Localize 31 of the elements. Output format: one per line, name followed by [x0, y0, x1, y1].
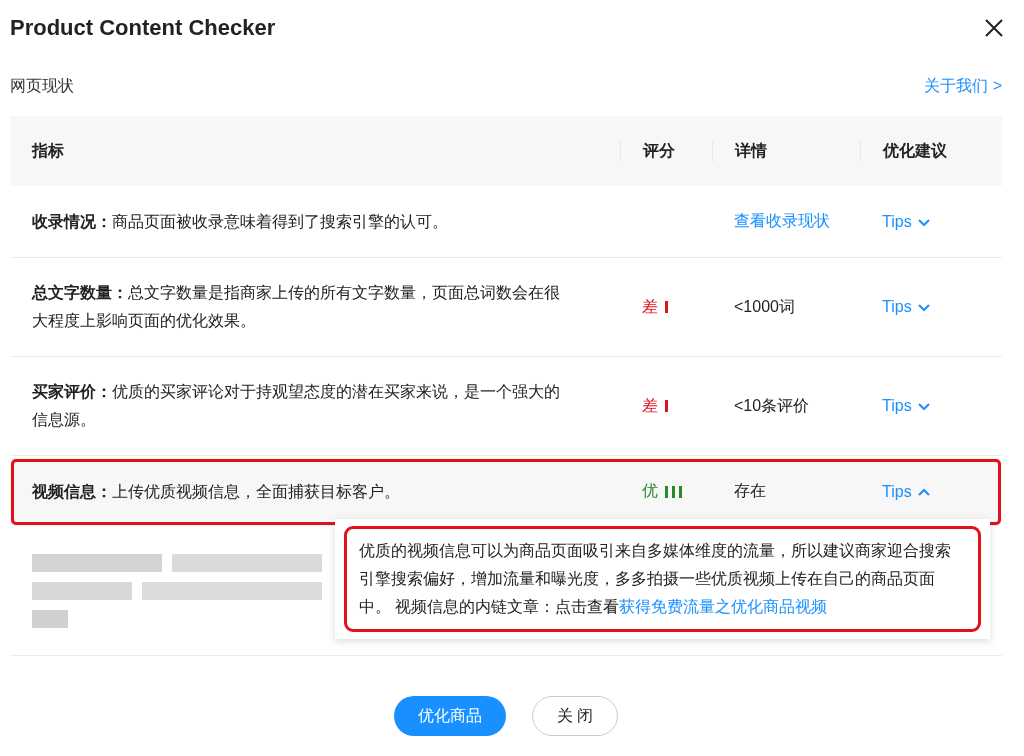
- tips-toggle[interactable]: Tips: [882, 482, 931, 501]
- tips-text: 优质的视频信息可以为商品页面吸引来自多媒体维度的流量，所以建议商家迎合搜索引擎搜索偏好，增加流量和曝光度，多多拍摄一些优质视频上传在自己的商品页面中。 视频信息的内链文章：点击查看获得免费流量之优化商品视频: [347, 529, 978, 629]
- detail-link[interactable]: 查看收录现状: [734, 212, 830, 229]
- detail-text: <1000词: [734, 297, 795, 315]
- score-rating: 优: [642, 481, 682, 502]
- column-header: 评分: [620, 140, 712, 162]
- window-title: Product Content Checker: [10, 15, 276, 41]
- close-icon[interactable]: [984, 18, 1004, 38]
- tips-toggle[interactable]: Tips: [882, 298, 931, 316]
- close-button[interactable]: 关 闭: [531, 696, 619, 736]
- indicator-text: 收录情况：商品页面被收录意味着得到了搜索引擎的认可。: [32, 211, 449, 232]
- article-link[interactable]: 获得免费流量之优化商品视频: [619, 598, 828, 615]
- column-header: 指标: [30, 140, 65, 161]
- column-header: 详情: [712, 140, 860, 162]
- tips-toggle[interactable]: Tips: [882, 397, 931, 415]
- section-title: 网页现状: [10, 75, 74, 96]
- about-link[interactable]: 关于我们 >: [924, 75, 1002, 97]
- tips-toggle[interactable]: Tips: [882, 212, 931, 231]
- indicator-text: 总文字数量：总文字数量是指商家上传的所有文字数量，页面总词数会在很大程度上影响页面的优化效果。: [32, 283, 561, 331]
- optimize-button[interactable]: 优化商品: [393, 696, 506, 736]
- chevron-icon[interactable]: [916, 401, 931, 411]
- detail-text: 存在: [734, 482, 766, 499]
- score-rating: 差: [642, 296, 668, 318]
- indicator-text: 买家评价：优质的买家评论对于持观望态度的潜在买家来说，是一个强大的信息源。: [32, 382, 561, 430]
- chevron-icon[interactable]: [916, 216, 931, 227]
- chevron-icon[interactable]: [916, 486, 931, 497]
- chevron-icon[interactable]: [916, 302, 931, 312]
- indicator-text: 视频信息：上传优质视频信息，全面捕获目标客户。: [32, 481, 401, 502]
- detail-text: <10条评价: [734, 396, 810, 414]
- column-header: 优化建议: [860, 140, 1002, 162]
- score-rating: 差: [642, 395, 668, 417]
